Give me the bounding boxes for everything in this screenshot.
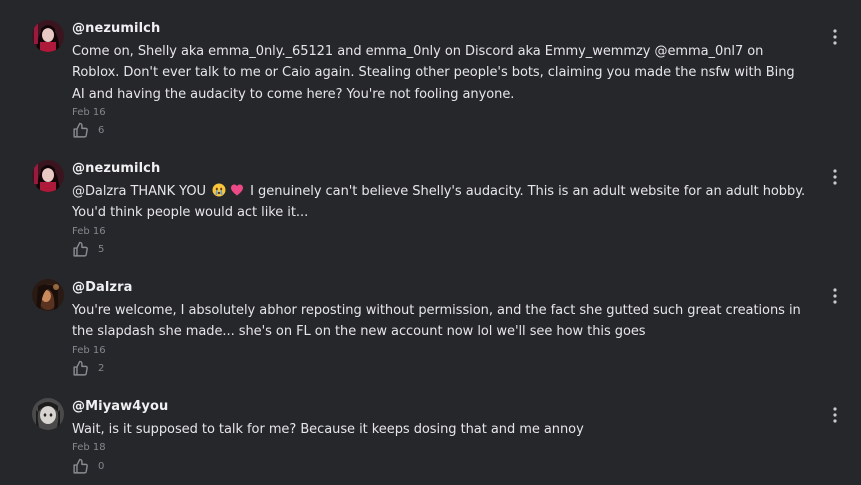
comment-date: Feb 16	[72, 344, 106, 356]
like-row: 0	[72, 456, 807, 476]
like-row: 2	[72, 359, 807, 379]
comment-text: Wait, is it supposed to talk for me? Bec…	[72, 422, 584, 437]
avatar[interactable]	[32, 279, 64, 311]
thumbs-up-icon[interactable]	[72, 360, 89, 377]
like-row: 5	[72, 240, 807, 260]
comments-list: @nezumilch Come on, Shelly aka emma_0nly…	[0, 0, 861, 485]
thumbs-up-icon[interactable]	[72, 122, 89, 139]
comment-text: You're welcome, I absolutely abhor repos…	[72, 303, 801, 340]
more-options-button[interactable]	[826, 285, 844, 307]
thumbs-up-icon[interactable]	[72, 241, 89, 258]
crying-face-emoji	[212, 183, 226, 197]
comment-text: Come on, Shelly aka emma_0nly._65121 and…	[72, 44, 795, 102]
avatar[interactable]	[32, 20, 64, 52]
comment-date: Feb 16	[72, 225, 106, 237]
thumbs-up-icon[interactable]	[72, 458, 89, 475]
avatar[interactable]	[32, 160, 64, 192]
more-options-button[interactable]	[826, 26, 844, 48]
comment-username[interactable]: @nezumilch	[72, 160, 807, 178]
like-count: 5	[98, 244, 105, 256]
comment-username[interactable]: @Miyaw4you	[72, 398, 807, 416]
comment-username[interactable]: @Dalzra	[72, 279, 807, 297]
pink-heart-emoji	[230, 183, 244, 197]
avatar[interactable]	[32, 398, 64, 430]
like-row: 6	[72, 121, 807, 141]
more-options-button[interactable]	[826, 404, 844, 426]
like-count: 6	[98, 125, 105, 137]
comment-text-start: @Dalzra THANK YOU	[72, 184, 206, 199]
comment-text: @Dalzra THANK YOU I genuinely can't beli…	[72, 181, 807, 224]
like-count: 2	[98, 363, 105, 375]
more-options-button[interactable]	[826, 166, 844, 188]
like-count: 0	[98, 460, 105, 472]
comment-username[interactable]: @nezumilch	[72, 20, 807, 38]
comment-date: Feb 16	[72, 106, 106, 118]
comment-date: Feb 18	[72, 442, 106, 454]
